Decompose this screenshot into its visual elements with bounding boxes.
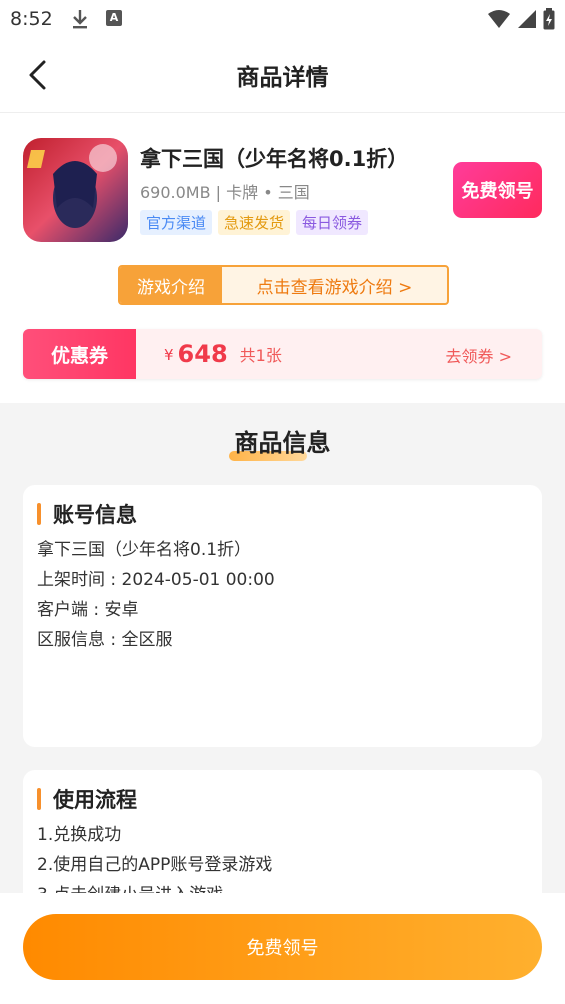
status-bar: 8:52 A: [0, 0, 565, 38]
account-info-lines: 拿下三国（少年名将0.1折） 上架时间 : 2024-05-01 00:00 客…: [37, 535, 275, 655]
tag-daily-coupon: 每日领券: [296, 210, 369, 235]
coupon-amount: 648: [177, 340, 228, 368]
step-line: 3.点击创建小号进入游戏: [37, 880, 272, 893]
game-intro-link: 点击查看游戏介绍 >: [256, 277, 413, 298]
bottom-free-claim-button[interactable]: 免费领号: [23, 914, 542, 980]
step-line: 2.使用自己的APP账号登录游戏: [37, 855, 273, 875]
get-coupon-link[interactable]: 去领券 >: [446, 343, 513, 367]
card-accent-bar: [37, 788, 41, 810]
account-info-title: 账号信息: [53, 503, 137, 527]
card-accent-bar: [37, 503, 41, 525]
game-meta: 690.0MB | 卡牌 • 三国: [140, 183, 310, 202]
product-info-area[interactable]: 商品信息 账号信息 拿下三国（少年名将0.1折） 上架时间 : 2024-05-…: [0, 403, 565, 893]
a-notification-icon: A: [106, 10, 122, 26]
signal-icon: [517, 9, 537, 33]
usage-flow-lines: 1.兑换成功 2.使用自己的APP账号登录游戏 3.点击创建小号进入游戏: [37, 820, 272, 893]
game-intro-label: 游戏介绍: [120, 267, 222, 303]
card-header: 账号信息: [37, 499, 137, 529]
info-line: 上架时间 : 2024-05-01 00:00: [37, 570, 275, 590]
download-icon: [70, 8, 90, 34]
usage-flow-card: 使用流程 1.兑换成功 2.使用自己的APP账号登录游戏 3.点击创建小号进入游…: [23, 770, 542, 893]
info-line: 拿下三国（少年名将0.1折）: [37, 540, 252, 560]
usage-flow-title: 使用流程: [53, 788, 137, 812]
battery-icon: [543, 8, 555, 34]
card-header: 使用流程: [37, 784, 137, 814]
account-info-card: 账号信息 拿下三国（少年名将0.1折） 上架时间 : 2024-05-01 00…: [23, 485, 542, 747]
game-name: 拿下三国（少年名将0.1折）: [140, 147, 409, 171]
coupon-bar: 优惠券 ¥ 648 共1张 去领券 >: [23, 329, 542, 379]
wifi-icon: [487, 9, 511, 33]
game-intro-button[interactable]: 游戏介绍 点击查看游戏介绍 >: [118, 265, 449, 305]
coupon-count: 共1张: [239, 346, 282, 365]
info-line: 客户端 : 安卓: [37, 600, 139, 620]
free-claim-button[interactable]: 免费领号: [453, 162, 542, 218]
page-title: 商品详情: [236, 65, 329, 91]
nav-bar: 商品详情: [0, 38, 565, 113]
game-icon: [23, 138, 128, 242]
tag-official-channel: 官方渠道: [140, 210, 213, 235]
coupon-currency: ¥: [164, 346, 174, 364]
tag-list: 官方渠道 急速发货 每日领券: [140, 210, 369, 235]
info-line: 区服信息 : 全区服: [37, 630, 173, 650]
step-line: 1.兑换成功: [37, 825, 122, 845]
coupon-label: 优惠券: [23, 329, 136, 379]
section-title: 商品信息: [234, 429, 331, 457]
status-time: 8:52: [10, 8, 53, 30]
status-indicators: [487, 8, 555, 34]
tag-fast-delivery: 急速发货: [218, 210, 291, 235]
product-header: 拿下三国（少年名将0.1折） 690.0MB | 卡牌 • 三国 官方渠道 急速…: [0, 113, 565, 403]
